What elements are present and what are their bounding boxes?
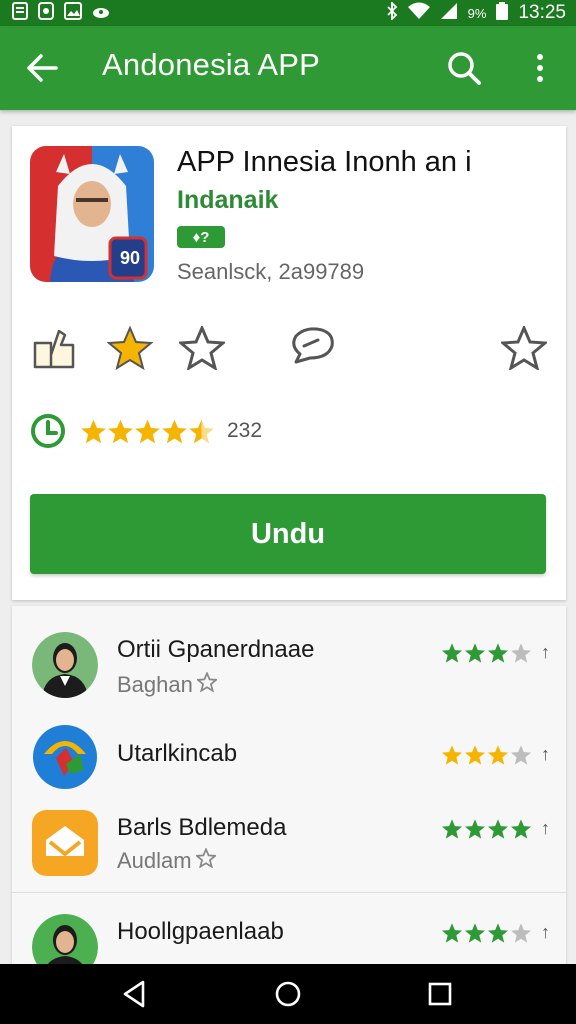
star-icon [487, 745, 509, 765]
item-stars [441, 818, 532, 840]
star-icon [487, 819, 509, 839]
star-filled-icon[interactable] [106, 324, 154, 372]
search-icon[interactable] [444, 48, 484, 88]
star-icon [464, 745, 486, 765]
status-bar: 9% 13:25 [0, 0, 576, 26]
document-icon [12, 2, 28, 24]
list-item[interactable]: Barls Bdlemeda Audlam ↑ [12, 802, 566, 892]
app-name: APP Innesia Inonh an i [177, 146, 472, 178]
star-icon [464, 923, 486, 943]
status-time: 13:25 [518, 2, 566, 23]
star-outline-icon [194, 847, 217, 874]
arrow-up-icon: ↑ [541, 922, 550, 942]
list-item[interactable]: Utarlkincab ↑ [12, 716, 566, 806]
app-icon-number: 90 [119, 248, 141, 268]
system-nav-bar [0, 964, 576, 1024]
star-icon [441, 819, 463, 839]
item-title: Utarlkincab [117, 740, 238, 767]
home-circle-icon[interactable] [268, 978, 308, 1010]
star-outline-icon [195, 671, 219, 698]
star-outline-icon[interactable] [500, 324, 548, 372]
item-stars [441, 744, 532, 766]
star-icon [510, 745, 532, 765]
item-title: Barls Bdlemeda [117, 814, 287, 841]
arrow-up-icon: ↑ [541, 744, 550, 764]
star-icon [464, 819, 486, 839]
rating-stars [80, 418, 215, 445]
battery-percent: 9% [467, 5, 487, 21]
signal-icon [440, 2, 458, 24]
arrow-up-icon: ↑ [541, 642, 550, 662]
star-icon [510, 923, 532, 943]
star-icon [441, 643, 463, 663]
item-stars [441, 922, 532, 944]
item-title: Ortii Gpanerdnaae [117, 636, 315, 663]
comment-icon[interactable] [288, 324, 336, 372]
star-outline-icon[interactable] [178, 324, 226, 372]
list-item[interactable]: Ortii Gpanerdnaae Baghan ↑ [12, 624, 566, 714]
cloud-icon [92, 4, 110, 23]
star-icon [510, 643, 532, 663]
star-icon [487, 643, 509, 663]
item-subtitle: Baghan [117, 671, 219, 698]
colorful-logo-icon [32, 724, 98, 790]
page-title: Andonesia APP [102, 47, 321, 82]
star-icon [441, 745, 463, 765]
share-icon[interactable] [30, 324, 78, 372]
back-arrow-icon[interactable] [22, 48, 62, 88]
star-icon [510, 819, 532, 839]
app-detail-card: 90 APP Innesia Inonh an i Indanaik ♦? Se… [12, 126, 566, 600]
star-icon [108, 419, 133, 443]
star-icon [135, 419, 160, 443]
related-apps-list: Ortii Gpanerdnaae Baghan ↑ Utarlkincab ↑… [12, 606, 566, 966]
bluetooth-icon [386, 0, 398, 24]
star-icon [81, 419, 106, 443]
star-icon [464, 643, 486, 663]
more-vert-icon[interactable] [522, 48, 558, 88]
download-clock-icon [30, 413, 66, 449]
rating-row: 232 [30, 413, 262, 449]
portrait-icon [32, 914, 98, 966]
back-triangle-icon[interactable] [114, 978, 154, 1010]
developer-name[interactable]: Indanaik [177, 186, 278, 215]
install-button[interactable]: Undu [30, 494, 546, 574]
star-icon [162, 419, 187, 443]
arrow-up-icon: ↑ [541, 818, 550, 838]
item-subtitle-text: Baghan [117, 672, 193, 697]
settings-icon [38, 2, 54, 24]
list-item[interactable]: Hoollgpaenlaab ↑ [12, 906, 566, 966]
item-title: Hoollgpaenlaab [117, 918, 284, 945]
recents-square-icon[interactable] [420, 978, 460, 1010]
star-icon [487, 923, 509, 943]
item-stars [441, 642, 532, 664]
portrait-icon [32, 632, 98, 698]
rating-count: 232 [227, 419, 263, 442]
app-icon: 90 [30, 146, 154, 282]
star-icon [441, 923, 463, 943]
item-subtitle: Audlam [117, 847, 217, 874]
battery-icon [496, 2, 509, 24]
item-subtitle-text: Audlam [117, 848, 192, 873]
app-meta: Seanlsck, 2a99789 [177, 259, 365, 284]
star-icon [189, 419, 214, 443]
editor-badge: ♦? [177, 226, 225, 248]
app-bar: Andonesia APP [0, 26, 576, 110]
orange-app-icon [32, 810, 98, 876]
wifi-icon [407, 2, 430, 24]
image-icon [64, 2, 82, 24]
divider [12, 892, 566, 893]
